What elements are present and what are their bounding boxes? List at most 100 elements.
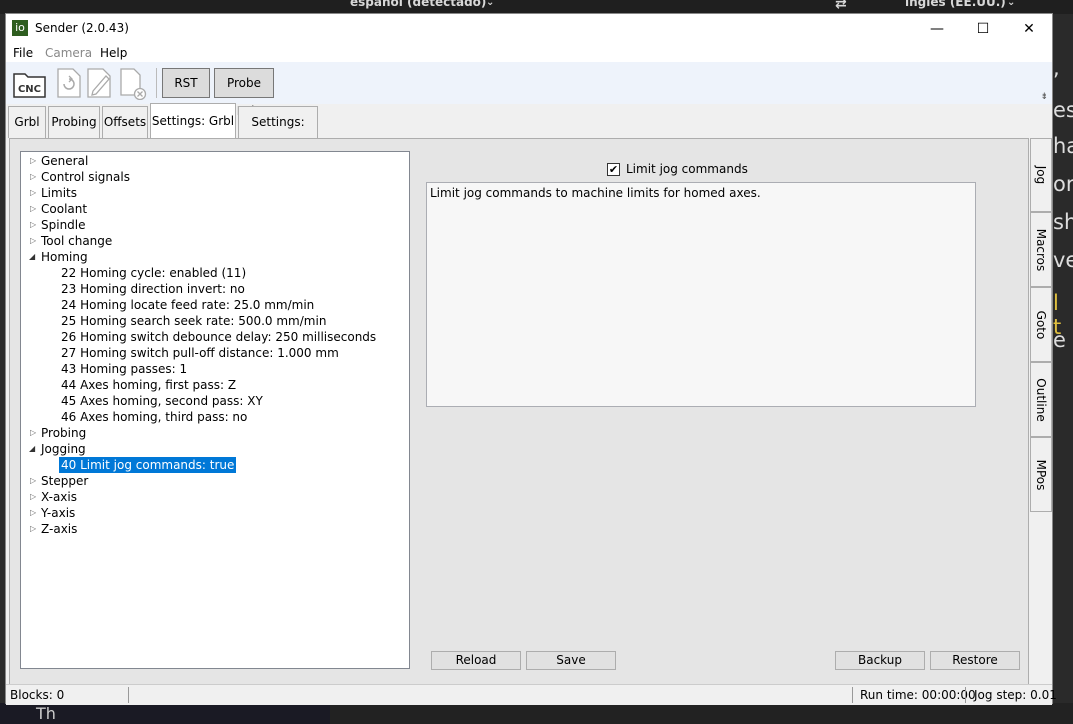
menu-camera[interactable]: Camera xyxy=(45,46,92,60)
tree-group-probing[interactable]: Probing xyxy=(41,425,86,441)
side-tab-goto[interactable]: Goto xyxy=(1030,287,1052,362)
maximize-button[interactable]: ☐ xyxy=(960,14,1006,44)
tree-group-x-axis[interactable]: X-axis xyxy=(41,489,77,505)
status-blocks: Blocks: 0 xyxy=(10,688,65,702)
backup-button[interactable]: Backup xyxy=(835,651,925,670)
tree-setting-item[interactable]: 45 Axes homing, second pass: XY xyxy=(61,393,263,409)
tree-group-homing[interactable]: Homing xyxy=(41,249,88,265)
collapse-arrow-icon[interactable]: ◢ xyxy=(29,444,35,453)
collapse-arrow-icon[interactable]: ◢ xyxy=(29,252,35,261)
side-tab-label: Outline xyxy=(1034,377,1048,422)
reload-button[interactable]: Reload xyxy=(431,651,521,670)
tree-group-limits[interactable]: Limits xyxy=(41,185,77,201)
bg-fragment: , xyxy=(1053,56,1060,80)
expand-arrow-icon[interactable]: ▷ xyxy=(30,428,36,437)
tree-setting-item[interactable]: 43 Homing passes: 1 xyxy=(61,361,187,377)
tree-group-control-signals[interactable]: Control signals xyxy=(41,169,130,185)
tree-group-general[interactable]: General xyxy=(41,153,88,169)
tree-group-z-axis[interactable]: Z-axis xyxy=(41,521,77,537)
tab-probing[interactable]: Probing xyxy=(48,106,100,138)
expand-arrow-icon[interactable]: ▷ xyxy=(30,476,36,485)
status-jog-step: Jog step: 0.01 xyxy=(974,688,1057,702)
tree-group-stepper[interactable]: Stepper xyxy=(41,473,88,489)
tree-group-y-axis[interactable]: Y-axis xyxy=(41,505,75,521)
close-button[interactable]: ✕ xyxy=(1006,14,1052,44)
tree-group-spindle[interactable]: Spindle xyxy=(41,217,86,233)
side-tab-jog[interactable]: Jog xyxy=(1030,138,1052,212)
chevron-down-icon: ⌄ xyxy=(1007,0,1016,8)
tree-setting-item[interactable]: 25 Homing search seek rate: 500.0 mm/min xyxy=(61,313,326,329)
limit-jog-checkbox[interactable]: ✔ xyxy=(607,163,620,176)
tree-group-coolant[interactable]: Coolant xyxy=(41,201,87,217)
tab-offsets[interactable]: Offsets xyxy=(102,106,148,138)
status-run-time: Run time: 00:00:00 xyxy=(860,688,976,702)
expand-arrow-icon[interactable]: ▷ xyxy=(30,172,36,181)
bg-glyph: Th xyxy=(36,704,56,723)
settings-panel: ▷ General ▷ Control signals ▷ Limits ▷ C… xyxy=(9,138,1029,685)
tree-setting-item[interactable]: 22 Homing cycle: enabled (11) xyxy=(61,265,246,281)
tree-setting-item[interactable]: 44 Axes homing, first pass: Z xyxy=(61,377,236,393)
toolbar: CNC RST (F1) Probe (F2) ⇟ xyxy=(6,62,1052,118)
expand-arrow-icon[interactable]: ▷ xyxy=(30,188,36,197)
bg-fragment: ha xyxy=(1053,134,1073,158)
menu-bar: File Camera Help xyxy=(6,44,1052,62)
bg-fragment: es xyxy=(1053,98,1073,122)
expand-arrow-icon[interactable]: ▷ xyxy=(30,156,36,165)
restore-button[interactable]: Restore xyxy=(930,651,1020,670)
edit-icon[interactable] xyxy=(84,66,114,98)
cnc-label: CNC xyxy=(18,84,41,95)
side-tab-macros[interactable]: Macros xyxy=(1030,212,1052,287)
status-separator xyxy=(128,687,129,703)
bg-fragment: ve xyxy=(1053,248,1073,272)
bg-fragment: e xyxy=(1053,328,1066,352)
save-button[interactable]: Save xyxy=(526,651,616,670)
title-bar[interactable]: io Sender (2.0.43) — ☐ ✕ xyxy=(6,14,1052,44)
menu-help[interactable]: Help xyxy=(100,46,127,60)
reload-icon[interactable] xyxy=(54,66,84,98)
bg-source-language: español (detectado) xyxy=(350,0,487,9)
bg-fragment: or xyxy=(1053,172,1073,196)
background-bottom: Th xyxy=(0,703,1073,724)
tree-setting-item[interactable]: 27 Homing switch pull-off distance: 1.00… xyxy=(61,345,339,361)
tree-setting-item[interactable]: 24 Homing locate feed rate: 25.0 mm/min xyxy=(61,297,314,313)
probe-button[interactable]: Probe (F2) xyxy=(214,68,274,118)
open-cnc-icon[interactable]: CNC xyxy=(12,66,48,98)
limit-jog-label[interactable]: Limit jog commands xyxy=(626,162,748,176)
side-tab-mpos[interactable]: MPos xyxy=(1030,437,1052,512)
status-separator xyxy=(852,687,853,703)
side-tab-label: MPos xyxy=(1034,459,1048,490)
tab-grbl[interactable]: Grbl xyxy=(8,106,46,138)
side-tab-label: Jog xyxy=(1034,165,1048,185)
status-separator xyxy=(965,687,966,703)
close-file-icon[interactable] xyxy=(119,66,149,101)
reset-button[interactable]: RST (F1) xyxy=(162,68,210,118)
expand-arrow-icon[interactable]: ▷ xyxy=(30,236,36,245)
expand-arrow-icon[interactable]: ▷ xyxy=(30,508,36,517)
settings-tree[interactable]: ▷ General ▷ Control signals ▷ Limits ▷ C… xyxy=(20,151,410,669)
tree-group-tool-change[interactable]: Tool change xyxy=(41,233,112,249)
side-tab-label: Macros xyxy=(1034,228,1048,271)
minimize-button[interactable]: — xyxy=(914,14,960,44)
side-tab-label: Goto xyxy=(1034,310,1048,339)
app-icon: io xyxy=(12,20,28,36)
tree-group-jogging[interactable]: Jogging xyxy=(41,441,86,457)
menu-file[interactable]: File xyxy=(13,46,33,60)
sender-window: io Sender (2.0.43) — ☐ ✕ File Camera Hel… xyxy=(5,13,1057,705)
tab-settings-app[interactable]: Settings: App xyxy=(238,106,318,159)
tree-setting-item-selected[interactable]: 40 Limit jog commands: true xyxy=(59,457,237,473)
tab-settings-grbl[interactable]: Settings: Grbl xyxy=(150,103,236,139)
tree-setting-item[interactable]: 26 Homing switch debounce delay: 250 mil… xyxy=(61,329,376,345)
tree-setting-item[interactable]: 46 Axes homing, third pass: no xyxy=(61,409,247,425)
expand-arrow-icon[interactable]: ▷ xyxy=(30,204,36,213)
bg-target-language: inglés (EE.UU.) xyxy=(905,0,1006,9)
side-tab-outline[interactable]: Outline xyxy=(1030,362,1052,437)
expand-arrow-icon[interactable]: ▷ xyxy=(30,220,36,229)
toolbar-overflow-icon[interactable]: ⇟ xyxy=(1040,92,1048,102)
expand-arrow-icon[interactable]: ▷ xyxy=(30,492,36,501)
bg-fragment: sh xyxy=(1053,210,1073,234)
setting-description: Limit jog commands to machine limits for… xyxy=(426,182,976,407)
expand-arrow-icon[interactable]: ▷ xyxy=(30,524,36,533)
tree-setting-item[interactable]: 23 Homing direction invert: no xyxy=(61,281,245,297)
window-title: Sender (2.0.43) xyxy=(35,21,129,35)
background-text: , es ha or sh ve l t e xyxy=(1053,14,1073,724)
